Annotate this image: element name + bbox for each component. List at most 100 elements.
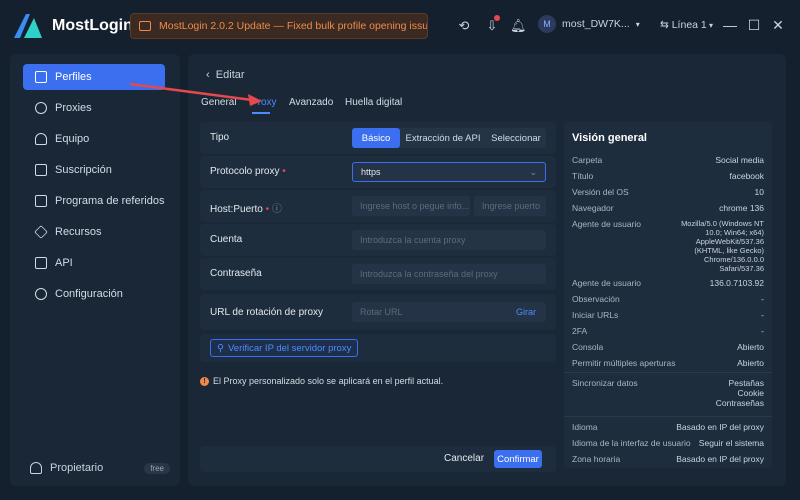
rotation-input[interactable]: Rotar URL Girar xyxy=(352,302,546,322)
host-input[interactable]: Ingrese host o pegue info... xyxy=(352,196,470,216)
verify-proxy-button[interactable]: ⚲ Verificar IP del servidor proxy xyxy=(210,339,359,357)
tab-general[interactable]: General xyxy=(201,97,237,108)
sidebar-item-label: Programa de referidos xyxy=(55,195,165,207)
cuenta-label: Cuenta xyxy=(210,234,243,245)
overview-key: Idioma xyxy=(572,422,598,432)
api-icon xyxy=(35,257,47,269)
swap-icon: ⇆ xyxy=(660,19,672,31)
overview-key: 2FA xyxy=(572,326,588,336)
sync-icon[interactable]: ⟲ xyxy=(456,18,472,34)
profiles-icon xyxy=(35,71,47,83)
bell-icon[interactable]: 🔔︎ xyxy=(510,18,527,34)
sidebar-item-referidos[interactable]: Programa de referidos xyxy=(23,188,165,214)
overview-value: 136.0.7103.92 xyxy=(709,278,764,288)
proxy-icon xyxy=(35,102,47,114)
app-name: MostLogin xyxy=(52,17,133,34)
overview-key: Idioma de la interfaz de usuario xyxy=(572,438,691,448)
sidebar-item-label: Perfiles xyxy=(55,71,92,83)
notification-dot xyxy=(494,15,500,21)
avatar: M xyxy=(538,15,556,33)
protocolo-select[interactable]: https ⌄ xyxy=(352,162,546,182)
overview-value: Abierto xyxy=(737,342,764,352)
owner-label: Propietario xyxy=(50,462,104,474)
sidebar-item-label: Suscripción xyxy=(55,164,112,176)
close-icon[interactable]: ✕ xyxy=(770,17,786,33)
overview-key: Sincronizar datos xyxy=(572,378,638,388)
proxy-warning: ! El Proxy personalizado solo se aplicar… xyxy=(200,376,443,386)
mostlogin-logo-icon xyxy=(14,14,42,38)
host-label: Host:Puerto xyxy=(210,204,263,215)
cancel-button[interactable]: Cancelar xyxy=(444,453,484,464)
sidebar-item-configuracion[interactable]: Configuración xyxy=(23,281,165,307)
maximize-icon[interactable]: ☐ xyxy=(746,17,762,33)
update-notice[interactable]: MostLogin 2.0.2 Update — Fixed bulk prof… xyxy=(130,13,428,39)
sidebar-item-label: Equipo xyxy=(55,133,90,145)
active-tab-indicator xyxy=(252,112,270,114)
rotate-button[interactable]: Girar xyxy=(516,307,536,317)
sidebar-item-proxies[interactable]: Proxies xyxy=(23,95,165,121)
protocolo-row: Protocolo proxy • https ⌄ xyxy=(200,156,556,188)
sidebar-item-suscripcion[interactable]: Suscripción xyxy=(23,157,165,183)
tipo-option-seleccionar[interactable]: Seleccionar xyxy=(486,128,546,148)
warning-icon: ! xyxy=(200,376,209,386)
sidebar-item-label: Recursos xyxy=(55,226,102,238)
line-selector[interactable]: ⇆ Línea 1 ▾ xyxy=(660,19,713,31)
back-button[interactable]: ‹ Editar xyxy=(206,69,245,81)
update-notice-text: MostLogin 2.0.2 Update — Fixed bulk prof… xyxy=(159,20,428,32)
warning-text: El Proxy personalizado solo se aplicará … xyxy=(213,376,444,386)
tab-huella-digital[interactable]: Huella digital xyxy=(345,97,402,108)
divider xyxy=(564,372,772,373)
password-row: Contraseña Introduzca la contraseña del … xyxy=(200,258,556,290)
minimize-icon[interactable]: — xyxy=(722,17,738,33)
subscription-icon xyxy=(35,164,47,176)
team-icon xyxy=(35,133,47,145)
cube-icon xyxy=(34,225,48,239)
sidebar-item-api[interactable]: API xyxy=(23,250,165,276)
username: most_DW7K... xyxy=(562,18,630,30)
overview-key: Agente de usuario xyxy=(572,278,641,288)
overview-value: facebook xyxy=(729,171,765,181)
sidebar-item-equipo[interactable]: Equipo xyxy=(23,126,165,152)
overview-value: - xyxy=(761,294,764,304)
sidebar: Perfiles Proxies Equipo Suscripción Prog… xyxy=(10,54,180,486)
line-label: Línea 1 xyxy=(671,19,707,31)
shield-icon: ⚲ xyxy=(217,342,224,354)
tab-avanzado[interactable]: Avanzado xyxy=(289,97,333,108)
protocolo-label: Protocolo proxy xyxy=(210,166,280,177)
sidebar-item-label: API xyxy=(55,257,73,269)
cuenta-input[interactable]: Introduzca la cuenta proxy xyxy=(352,230,546,250)
sidebar-item-perfiles[interactable]: Perfiles xyxy=(23,64,165,90)
form-footer: Cancelar Confirmar xyxy=(200,446,556,472)
required-mark: • xyxy=(282,166,286,177)
rotation-row: URL de rotación de proxy Rotar URL Girar xyxy=(200,294,556,330)
rotation-placeholder: Rotar URL xyxy=(360,307,403,317)
overview-panel: Visión general Carpeta Social media Títul… xyxy=(564,122,772,468)
password-input[interactable]: Introduzca la contraseña del proxy xyxy=(352,264,546,284)
cuenta-row: Cuenta Introduzca la cuenta proxy xyxy=(200,224,556,256)
overview-value: 10 xyxy=(754,187,764,197)
announcement-icon xyxy=(139,21,151,31)
password-label: Contraseña xyxy=(210,268,262,279)
verify-row: ⚲ Verificar IP del servidor proxy xyxy=(200,334,556,362)
tipo-segmented-control: Básico Extracción de API Seleccionar xyxy=(352,128,546,148)
host-row: Host:Puerto • ⓘ Ingrese host o pegue inf… xyxy=(200,190,556,222)
overview-value: Social media xyxy=(715,155,764,165)
account-owner[interactable]: Propietario free xyxy=(30,462,170,474)
tab-proxy[interactable]: Proxy xyxy=(251,97,277,108)
tipo-option-basico[interactable]: Básico xyxy=(352,128,400,148)
thumbs-up-icon xyxy=(35,195,47,207)
protocolo-value: https xyxy=(361,167,381,177)
tipo-option-api[interactable]: Extracción de API xyxy=(400,128,486,148)
overview-key: Permitir múltiples aperturas xyxy=(572,358,676,368)
sidebar-item-recursos[interactable]: Recursos xyxy=(23,219,165,245)
confirm-button[interactable]: Confirmar xyxy=(494,450,542,468)
help-icon[interactable]: ⓘ xyxy=(272,204,282,215)
rotation-label: URL de rotación de proxy xyxy=(210,307,324,318)
overview-key: Observación xyxy=(572,294,620,304)
overview-key: Zona horaria xyxy=(572,454,621,464)
overview-title: Visión general xyxy=(572,132,647,144)
overview-value: - xyxy=(761,310,764,320)
user-menu[interactable]: M most_DW7K... ▾ xyxy=(538,15,640,33)
port-input[interactable]: Ingrese puerto xyxy=(474,196,546,216)
overview-value: Basado en IP del proxy xyxy=(676,454,764,464)
